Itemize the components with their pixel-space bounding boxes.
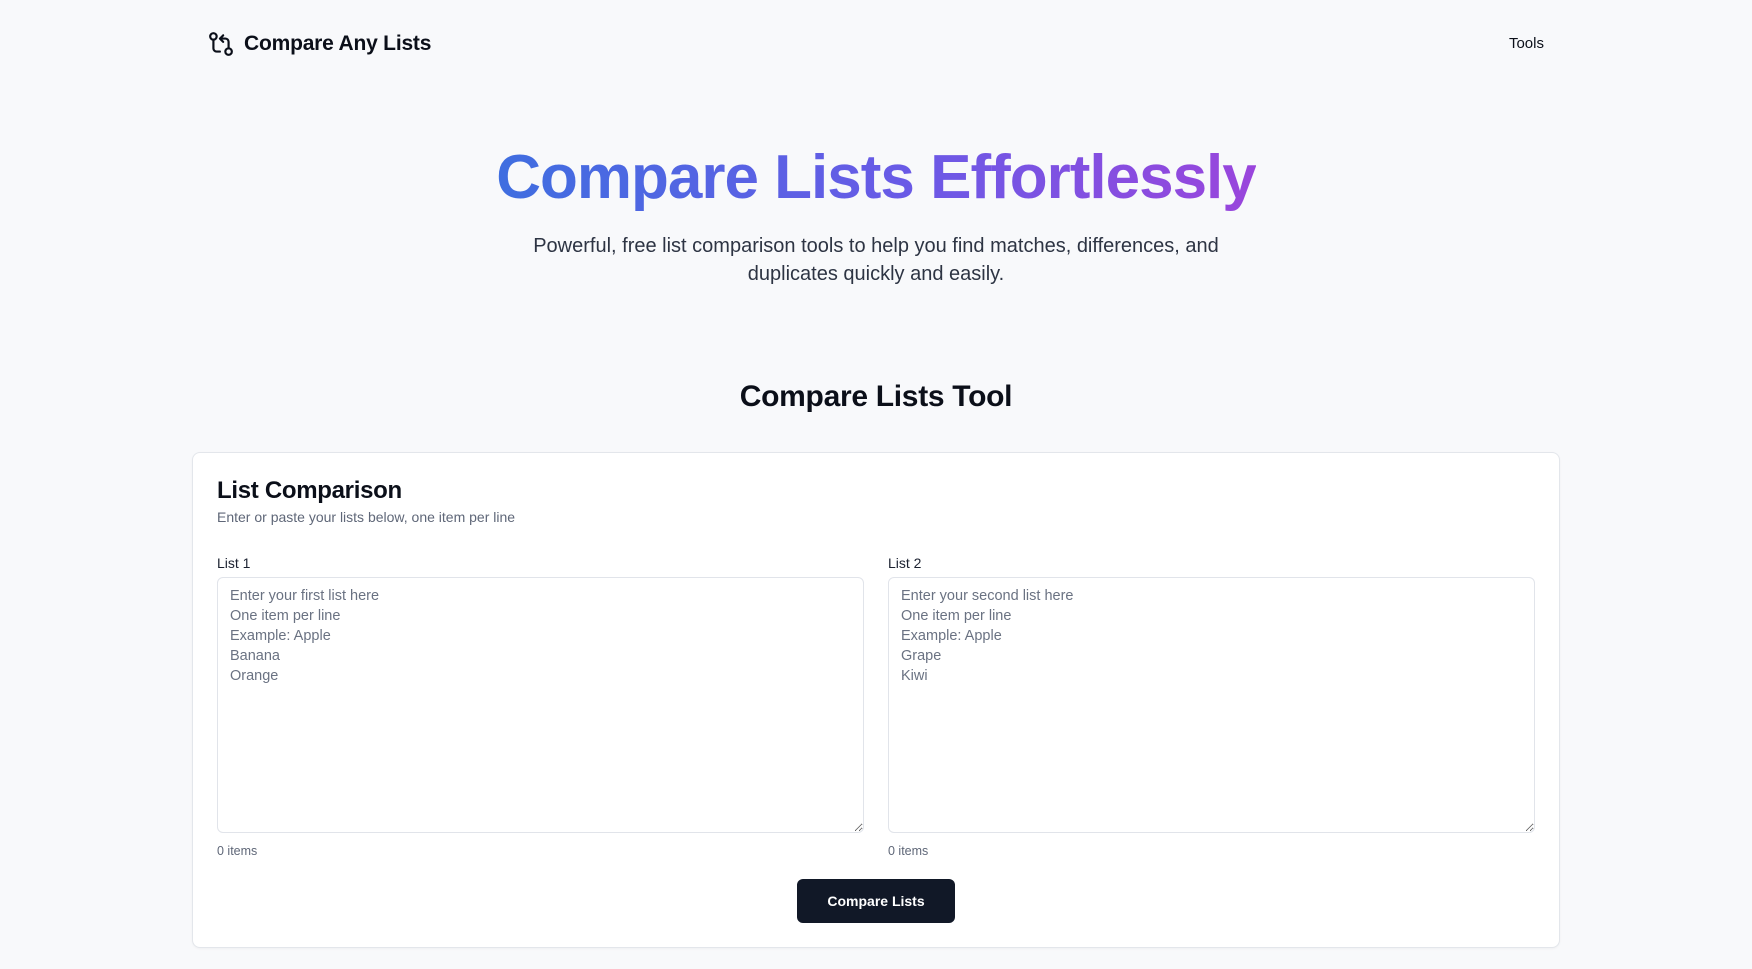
nav-tools-link[interactable]: Tools: [1509, 35, 1560, 52]
brand-name: Compare Any Lists: [244, 32, 432, 55]
hero-title: Compare Lists Effortlessly: [496, 143, 1257, 212]
list2-label: List 2: [888, 555, 922, 571]
list-comparison-card: List Comparison Enter or paste your list…: [192, 452, 1560, 948]
list2-textarea[interactable]: [888, 577, 1535, 833]
section-title: Compare Lists Tool: [739, 380, 1013, 413]
main-nav: Tools: [1509, 35, 1560, 53]
compare-lists-button[interactable]: Compare Lists: [797, 879, 955, 923]
card-description: Enter or paste your lists below, one ite…: [217, 509, 516, 525]
list2-item-count: 0 items: [888, 844, 929, 858]
hero-section: Compare Lists Effortlessly Powerful, fre…: [192, 142, 1560, 288]
card-title: List Comparison: [217, 477, 402, 504]
list1-label: List 1: [217, 555, 251, 571]
list1-column: List 1 0 items: [217, 553, 864, 858]
brand-link[interactable]: Compare Any Lists: [192, 31, 431, 57]
site-header: Compare Any Lists Tools: [192, 28, 1560, 60]
git-compare-icon: [208, 31, 234, 57]
list2-column: List 2 0 items: [888, 553, 1535, 858]
hero-subtitle: Powerful, free list comparison tools to …: [533, 235, 1219, 285]
list1-item-count: 0 items: [217, 844, 258, 858]
list1-textarea[interactable]: [217, 577, 864, 833]
page-container: Compare Any Lists Tools Compare Lists Ef…: [192, 0, 1560, 969]
